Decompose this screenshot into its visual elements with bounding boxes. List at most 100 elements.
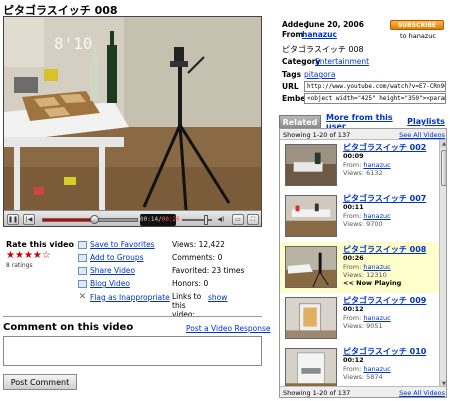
progress-bar[interactable] — [42, 215, 138, 224]
see-all-videos-link[interactable]: See All Videos — [399, 131, 445, 139]
blog-video-label[interactable]: Blog Video — [90, 279, 130, 288]
list-item-now-playing[interactable]: ピタゴラスイッチ 008 00:26 From: hanazuc Views: … — [280, 242, 439, 293]
related-uploader[interactable]: hanazuc — [363, 161, 390, 169]
share-video-button[interactable]: Share Video — [78, 266, 135, 275]
list-item[interactable]: ピタゴラスイッチ 007 00:11 From: hanazuc Views: … — [280, 191, 439, 242]
subscribe-target: to hanazuc — [400, 32, 436, 40]
comment-divider — [3, 316, 262, 317]
related-duration: 00:26 — [343, 254, 364, 262]
video-thumbnail[interactable] — [285, 195, 337, 237]
related-uploader[interactable]: hanazuc — [363, 263, 390, 271]
comment-textarea[interactable] — [3, 336, 262, 366]
added-date: June 20, 2006 — [306, 20, 364, 29]
player-control-bar: ❚❚ |◀ 00:14/00:26 ◀) ▭ ⛶ — [4, 210, 261, 226]
info-video-title: ピタゴラスイッチ 008 — [282, 45, 364, 54]
rating-stars[interactable]: ★★★★☆ — [6, 250, 51, 261]
rating-count: 8 ratings — [6, 262, 33, 269]
video-thumbnail[interactable] — [285, 246, 337, 288]
comment-title: Comment on this video — [3, 322, 134, 333]
video-frame[interactable]: 8'10 — [4, 17, 262, 210]
volume-handle[interactable] — [203, 215, 208, 225]
volume-icon[interactable]: ◀) — [216, 214, 226, 225]
uploader-link[interactable]: hanazuc — [302, 30, 337, 39]
add-to-groups-label[interactable]: Add to Groups — [90, 253, 144, 262]
links-show-link[interactable]: show — [208, 293, 227, 302]
share-icon — [78, 266, 87, 275]
list-item[interactable]: ピタゴラスイッチ 010 00:12 From: hanazuc Views: … — [280, 344, 439, 388]
list-item[interactable]: ピタゴラスイッチ 009 00:12 From: hanazuc Views: … — [280, 293, 439, 344]
video-player[interactable]: 8'10 ❚❚ |◀ 00:14/00:26 ◀) ▭ ⛶ — [3, 16, 262, 227]
category-link[interactable]: Entertainment — [315, 57, 369, 66]
star-filled-icon[interactable]: ★ — [15, 250, 24, 261]
stat-views: Views: 12,422 — [172, 240, 225, 249]
star-filled-icon[interactable]: ★ — [6, 250, 15, 261]
related-from-label: From: — [343, 263, 362, 271]
stat-honors: Honors: 0 — [172, 279, 209, 288]
stat-comments: Comments: 0 — [172, 253, 223, 262]
related-views: Views: 9051 — [343, 322, 383, 330]
from-label: From — [282, 30, 304, 39]
related-duration: 00:12 — [343, 356, 364, 364]
save-to-favorites-button[interactable]: Save to Favorites — [78, 240, 155, 249]
subscribe-button[interactable]: SUBSCRIBE — [390, 20, 444, 30]
tag-link[interactable]: pitagora — [304, 70, 335, 79]
tab-more-from-user[interactable]: More from this user — [326, 113, 402, 131]
related-uploader[interactable]: hanazuc — [363, 212, 390, 220]
add-to-groups-button[interactable]: Add to Groups — [78, 253, 144, 262]
post-video-response-link[interactable]: Post a Video Response — [186, 324, 270, 333]
related-from: From: hanazuc — [343, 161, 391, 169]
url-label: URL — [282, 82, 299, 91]
save-to-favorites-label[interactable]: Save to Favorites — [90, 240, 155, 249]
now-playing-label: << Now Playing — [343, 279, 402, 287]
related-from-label: From: — [343, 365, 362, 373]
related-list: ピタゴラスイッチ 002 00:09 From: hanazuc Views: … — [280, 140, 439, 388]
scroll-up-icon[interactable]: ▲ — [440, 140, 446, 148]
pause-icon[interactable]: ❚❚ — [7, 214, 19, 225]
stat-links-label: Links to this video: — [172, 292, 202, 319]
tab-related[interactable]: Related — [279, 115, 321, 128]
video-overlay-text: 8'10 — [54, 34, 93, 53]
fullscreen-icon[interactable]: ⛶ — [247, 214, 259, 225]
rate-label: Rate this video — [6, 240, 75, 249]
video-thumbnail[interactable] — [285, 297, 337, 339]
progress-handle[interactable] — [89, 215, 99, 224]
video-thumbnail[interactable] — [285, 144, 337, 186]
video-thumbnail[interactable] — [285, 348, 337, 388]
url-field[interactable]: http://www.youtube.com/watch?v=E7-CRn90R… — [304, 81, 446, 92]
related-from-label: From: — [343, 314, 362, 322]
flag-label[interactable]: Flag as Inappropriate — [90, 293, 170, 302]
widescreen-icon[interactable]: ▭ — [232, 214, 244, 225]
blog-icon — [78, 279, 87, 288]
related-uploader[interactable]: hanazuc — [363, 314, 390, 322]
related-count: Showing 1-20 of 137 — [283, 131, 351, 139]
post-comment-button[interactable]: Post Comment — [3, 374, 77, 390]
scroll-thumb[interactable] — [441, 150, 446, 186]
related-views: Views: 6132 — [343, 169, 383, 177]
volume-slider[interactable] — [182, 215, 212, 225]
share-video-label[interactable]: Share Video — [90, 266, 135, 275]
related-scrollbar[interactable]: ▲ ▼ — [439, 140, 446, 388]
star-filled-icon[interactable]: ★ — [24, 250, 33, 261]
tab-playlists[interactable]: Playlists — [406, 115, 446, 128]
related-views: Views: 5874 — [343, 373, 383, 381]
related-footer: Showing 1-20 of 137 See All Videos — [280, 386, 446, 397]
star-filled-icon[interactable]: ★ — [33, 250, 42, 261]
progress-fill — [43, 219, 94, 221]
blog-video-button[interactable]: Blog Video — [78, 279, 130, 288]
flag-button[interactable]: ✕ Flag as Inappropriate — [78, 292, 170, 302]
related-from: From: hanazuc — [343, 263, 391, 271]
added-label: Added — [282, 20, 309, 29]
tags-label: Tags — [282, 70, 302, 79]
embed-field[interactable]: <object width="425" height="350"><param … — [304, 93, 446, 104]
related-views: Views: 12310 — [343, 271, 387, 279]
rewind-icon[interactable]: |◀ — [23, 214, 35, 225]
see-all-videos-link-footer[interactable]: See All Videos — [399, 389, 445, 397]
list-item[interactable]: ピタゴラスイッチ 002 00:09 From: hanazuc Views: … — [280, 140, 439, 191]
favorites-icon — [78, 240, 87, 249]
related-duration: 00:11 — [343, 203, 364, 211]
related-uploader[interactable]: hanazuc — [363, 365, 390, 373]
groups-icon — [78, 253, 87, 262]
related-duration: 00:12 — [343, 305, 364, 313]
star-empty-icon[interactable]: ☆ — [42, 250, 51, 261]
related-views: Views: 9700 — [343, 220, 383, 228]
